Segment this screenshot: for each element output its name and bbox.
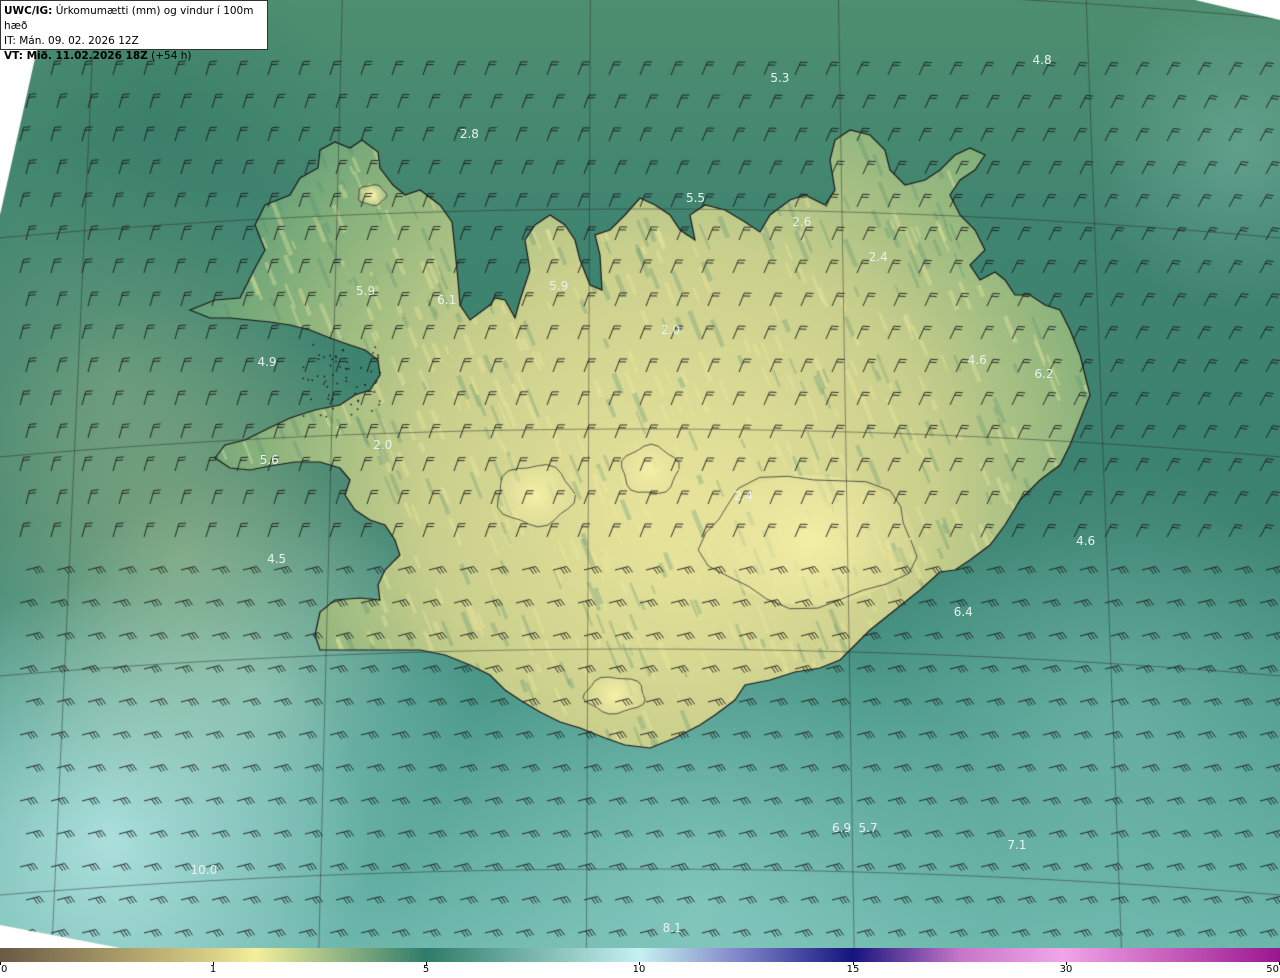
precip-value-label: 4.6 <box>1076 534 1095 548</box>
colorbar-tick-label: 50 <box>1266 964 1279 975</box>
colorbar: 0 1 5 10 15 30 50 <box>0 948 1280 978</box>
colorbar-tick-label: 0 <box>1 964 7 975</box>
valid-time: VT: Mið. 11.02.2026 18Z <box>4 50 148 62</box>
precip-value-label: 6.1 <box>437 293 456 307</box>
initial-time: IT: Mán. 09. 02. 2026 12Z <box>4 34 264 49</box>
precip-value-label: 5.7 <box>859 821 878 835</box>
precip-value-label: 6.9 <box>832 821 851 835</box>
precip-value-label: 2.6 <box>792 215 811 229</box>
colorbar-tick-label: 30 <box>1060 964 1073 975</box>
precip-value-label: 2.4 <box>734 489 753 503</box>
precip-value-label: 4.8 <box>1033 53 1052 67</box>
precip-value-label: 6.4 <box>954 605 973 619</box>
precip-value-label: 2.0 <box>661 323 680 337</box>
colorbar-tick-label: 15 <box>847 964 860 975</box>
precip-value-label: 4.5 <box>267 552 286 566</box>
valid-time-line: VT: Mið. 11.02.2026 18Z (+54 h) <box>4 49 264 64</box>
colorbar-strip <box>0 948 1280 962</box>
precip-value-label: 6.2 <box>1034 367 1053 381</box>
map-title-line: UWC/IG: Úrkomumætti (mm) og vindur í 100… <box>4 4 264 34</box>
colorbar-tick-label: 1 <box>210 964 216 975</box>
precipitation-wind-map[interactable] <box>0 0 1280 948</box>
precip-value-label: 5.3 <box>770 71 789 85</box>
precip-value-label: 5.5 <box>686 191 705 205</box>
model-code: UWC/IG: <box>4 5 52 17</box>
precip-value-label: 4.6 <box>968 353 987 367</box>
precip-value-label: 5.9 <box>356 284 375 298</box>
colorbar-tick-label: 10 <box>633 964 646 975</box>
precip-value-label: 7.1 <box>1007 838 1026 852</box>
precip-value-label: 5.9 <box>549 279 568 293</box>
precip-value-label: 2.0 <box>373 438 392 452</box>
colorbar-tick-label: 5 <box>423 964 429 975</box>
precip-value-label: 5.6 <box>260 453 279 467</box>
precip-value-label: 10.0 <box>191 863 218 877</box>
precip-value-label: 4.9 <box>257 355 276 369</box>
precip-value-label: 2.4 <box>869 250 888 264</box>
forecast-lead-time: (+54 h) <box>151 50 191 62</box>
precip-value-label: 2.8 <box>460 127 479 141</box>
precip-value-label: 8.1 <box>663 921 682 935</box>
map-header: UWC/IG: Úrkomumætti (mm) og vindur í 100… <box>0 0 268 50</box>
